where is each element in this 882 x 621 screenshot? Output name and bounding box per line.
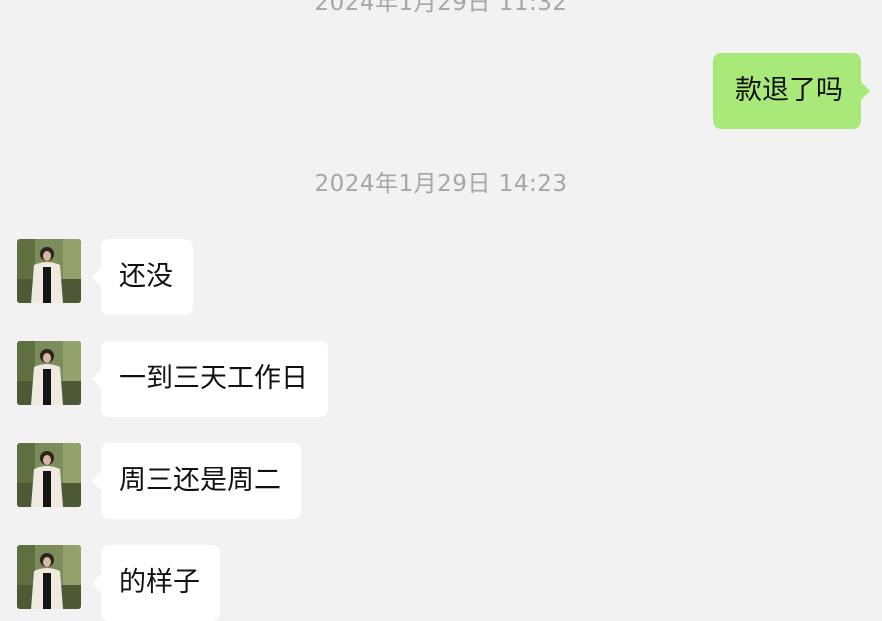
incoming-message: 一到三天工作日	[17, 341, 328, 417]
message-bubble[interactable]: 还没	[92, 239, 193, 315]
message-bubble[interactable]: 款退了吗	[713, 53, 870, 129]
incoming-message: 还没	[17, 239, 193, 315]
person-icon	[17, 443, 81, 507]
person-icon	[17, 545, 81, 609]
message-timestamp: 2024年1月29日 11:32	[314, 0, 568, 16]
outgoing-message: 款退了吗	[713, 53, 870, 129]
avatar[interactable]	[17, 341, 81, 405]
incoming-message: 的样子	[17, 545, 220, 621]
avatar[interactable]	[17, 443, 81, 507]
message-bubble[interactable]: 的样子	[92, 545, 220, 621]
avatar[interactable]	[17, 545, 81, 609]
message-bubble[interactable]: 一到三天工作日	[92, 341, 328, 417]
message-timestamp: 2024年1月29日 14:23	[314, 171, 568, 197]
incoming-message: 周三还是周二	[17, 443, 301, 519]
avatar[interactable]	[17, 239, 81, 303]
person-icon	[17, 341, 81, 405]
message-bubble[interactable]: 周三还是周二	[92, 443, 301, 519]
chat-conversation: 2024年1月29日 11:32 款退了吗 2024年1月29日 14:23 还…	[0, 0, 882, 621]
person-icon	[17, 239, 81, 303]
